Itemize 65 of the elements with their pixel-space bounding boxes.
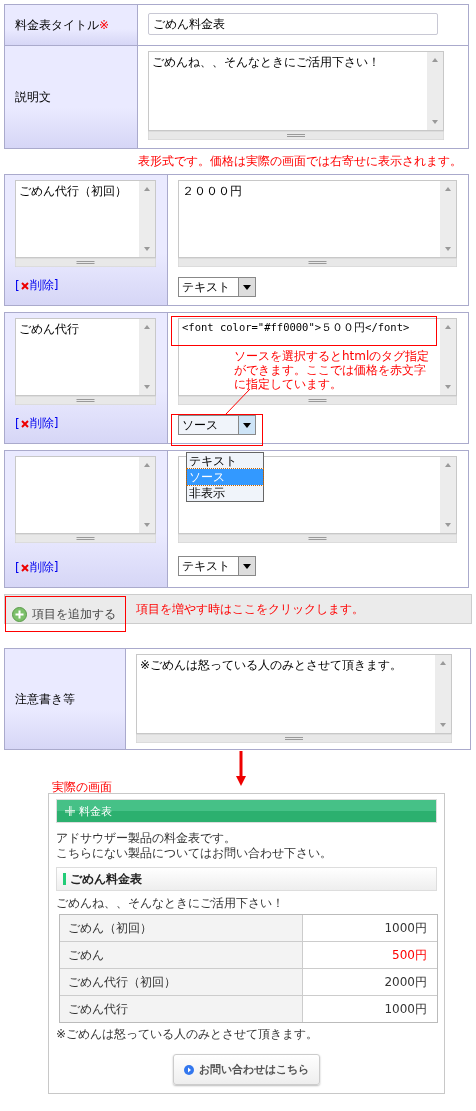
scrollbar[interactable] <box>139 457 155 533</box>
resize-grip[interactable] <box>178 396 457 405</box>
table-cell: ごめん代行 <box>68 1000 128 1018</box>
play-icon <box>184 1064 194 1075</box>
contact-button[interactable]: お問い合わせはこちら <box>173 1054 320 1085</box>
description-text: ごめんね、、そんなときにご活用下さい！ <box>56 896 285 911</box>
price-field[interactable]: ２０００円 <box>178 180 457 258</box>
item-name-field[interactable]: ごめん代行（初回） <box>15 180 156 258</box>
accent-bar <box>63 873 66 885</box>
notes-field[interactable]: ※ごめんは怒っている人のみとさせて頂きます。 <box>136 654 452 734</box>
note-text: ※ごめんは怒っている人のみとさせて頂きます。 <box>56 1027 320 1042</box>
scrollbar[interactable] <box>440 181 456 257</box>
annotation-text: 表形式です。価格は実際の画面では右寄せに表示されます。 <box>137 153 463 170</box>
resize-grip[interactable] <box>178 258 457 267</box>
table-cell: 500円 <box>392 946 427 964</box>
down-arrow <box>236 751 246 787</box>
header-title: 料金表 <box>79 803 112 819</box>
plus-icon <box>12 606 27 622</box>
table-cell: ごめん（初回） <box>68 919 152 937</box>
scrollbar[interactable] <box>139 181 155 257</box>
close-icon <box>20 563 29 572</box>
dropdown-option[interactable]: テキスト <box>187 453 263 469</box>
leader-line <box>225 388 251 415</box>
scrollbar[interactable] <box>435 655 451 733</box>
annotation-text: ソースを選択するとhtmlのタグ指定ができます。ここでは価格を赤文字に指定しています。 <box>234 349 431 391</box>
scrollbar[interactable] <box>440 457 456 533</box>
table-cell: 2000円 <box>384 973 427 991</box>
intro-text: アドサウザー製品の料金表です。 <box>56 831 237 846</box>
item-name-field[interactable] <box>15 456 156 534</box>
caret-icon <box>243 422 251 428</box>
title-field[interactable]: ごめん料金表 <box>148 13 438 35</box>
resize-grip[interactable] <box>15 396 156 405</box>
format-select[interactable]: ソース <box>178 415 256 435</box>
table-cell: ごめん <box>68 946 104 964</box>
field-label: 説明文 <box>15 88 51 106</box>
field-label: 料金表タイトル※ <box>15 16 110 34</box>
caption: 実際の画面 <box>52 779 113 793</box>
format-select[interactable]: テキスト <box>178 277 256 297</box>
scrollbar[interactable] <box>427 52 443 130</box>
close-icon <box>20 419 29 428</box>
field-label: 注意書き等 <box>15 690 75 708</box>
add-item-button[interactable]: 項目を追加する <box>5 596 126 632</box>
item-name-field[interactable]: ごめん代行 <box>15 318 156 396</box>
scrollbar[interactable] <box>139 319 155 395</box>
intro-text: こちらにない製品についてはお問い合わせ下さい。 <box>56 846 333 861</box>
resize-grip[interactable] <box>178 534 457 543</box>
dropdown-option[interactable]: 非表示 <box>187 485 263 501</box>
caret-icon <box>243 284 251 290</box>
delete-link[interactable]: [ 削除] <box>15 277 157 294</box>
table-cell: 1000円 <box>384 1000 427 1018</box>
resize-grip[interactable] <box>148 131 444 140</box>
annotation-text: 項目を増やす時はここをクリックします。 <box>136 600 364 618</box>
table-cell: 1000円 <box>384 919 427 937</box>
close-icon <box>20 281 29 290</box>
delete-link[interactable]: [ 削除] <box>15 559 157 576</box>
resize-grip[interactable] <box>136 734 452 743</box>
format-select[interactable]: テキスト <box>178 556 256 576</box>
resize-grip[interactable] <box>15 258 156 267</box>
scrollbar[interactable] <box>440 319 456 395</box>
description-field[interactable]: ごめんね、、そんなときにご活用下さい！ <box>148 51 444 131</box>
resize-grip[interactable] <box>15 534 156 543</box>
delete-link[interactable]: [ 削除] <box>15 415 157 432</box>
section-heading: ごめん料金表 <box>70 870 142 888</box>
table-cell: ごめん代行（初回） <box>68 973 176 991</box>
caret-icon <box>243 563 251 569</box>
